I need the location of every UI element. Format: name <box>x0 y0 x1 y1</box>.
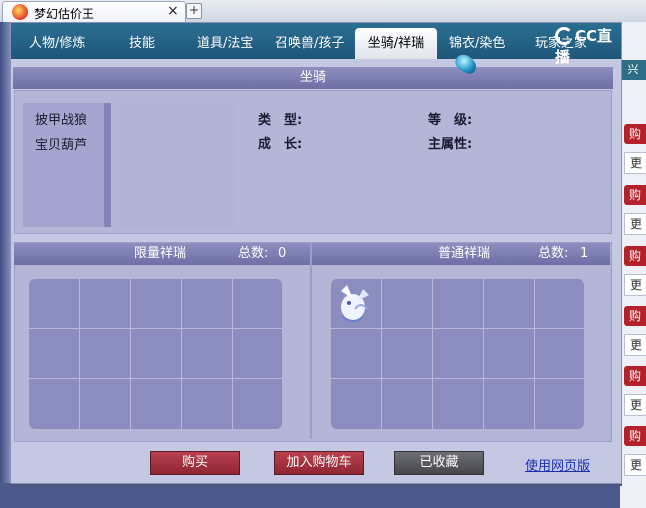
limited-xiangrui-grid <box>29 279 282 429</box>
grid-slot[interactable] <box>233 329 282 379</box>
grid-slot[interactable] <box>382 329 433 379</box>
add-to-cart-button[interactable]: 加入购物车 <box>274 451 364 475</box>
web-version-link[interactable]: 使用网页版 <box>525 455 590 474</box>
grid-slot[interactable] <box>182 279 233 329</box>
bottom-background <box>0 483 620 508</box>
mount-list-item[interactable]: 宝贝葫芦 <box>35 134 87 153</box>
right-strip-more[interactable]: 更 <box>624 213 646 235</box>
limited-total-value: 0 <box>278 246 287 261</box>
right-strip-buy[interactable]: 购 <box>624 185 646 205</box>
grid-slot[interactable] <box>484 279 535 329</box>
growth-label: 成 长: <box>258 137 303 152</box>
normal-total-value: 1 <box>580 246 589 261</box>
grid-slot[interactable] <box>233 279 282 329</box>
limited-section-header: 限量祥瑞 总数: 0 <box>14 243 310 265</box>
new-tab-button[interactable]: + <box>186 3 202 19</box>
attribute-label: 主属性: <box>428 137 473 152</box>
grid-slot[interactable] <box>484 329 535 379</box>
panel-divider <box>310 243 312 439</box>
grid-slot[interactable] <box>433 329 484 379</box>
tab-items[interactable]: 道具/法宝 <box>197 32 253 51</box>
grid-slot[interactable] <box>433 379 484 429</box>
cc-live-watermark: CC直播 <box>555 25 621 67</box>
right-strip-buy[interactable]: 购 <box>624 426 646 446</box>
right-strip-more[interactable]: 更 <box>624 274 646 296</box>
grid-slot[interactable] <box>29 379 80 429</box>
main-nav: 人物/修炼 技能 道具/法宝 召唤兽/孩子 坐骑/祥瑞 锦衣/染色 玩家之家 C… <box>11 23 621 66</box>
grid-slot[interactable] <box>535 379 584 429</box>
grid-slot[interactable] <box>131 379 182 429</box>
grid-slot[interactable] <box>535 329 584 379</box>
close-tab-icon[interactable]: × <box>167 3 179 19</box>
right-strip-buy[interactable]: 购 <box>624 246 646 266</box>
limited-total-label: 总数: <box>238 246 269 261</box>
tab-outfits[interactable]: 锦衣/染色 <box>449 32 505 51</box>
grid-slot[interactable] <box>131 329 182 379</box>
grid-slot[interactable] <box>331 379 382 429</box>
tab-character[interactable]: 人物/修炼 <box>29 32 85 51</box>
tab-skills[interactable]: 技能 <box>129 32 155 51</box>
normal-xiangrui-grid <box>331 279 584 429</box>
cc-logo-icon <box>555 27 573 45</box>
mount-section-header: 坐骑 <box>13 67 613 89</box>
grid-slot[interactable] <box>382 279 433 329</box>
right-strip-more[interactable]: 更 <box>624 334 646 356</box>
grid-slot[interactable] <box>535 279 584 329</box>
type-label: 类 型: <box>258 113 303 128</box>
tab-pets[interactable]: 召唤兽/孩子 <box>275 32 344 51</box>
grid-slot[interactable] <box>80 379 131 429</box>
grid-slot[interactable] <box>182 329 233 379</box>
grid-slot[interactable] <box>331 329 382 379</box>
right-strip-more[interactable]: 更 <box>624 394 646 416</box>
grid-slot[interactable] <box>182 379 233 429</box>
grid-slot[interactable] <box>80 279 131 329</box>
right-strip-more[interactable]: 更 <box>624 454 646 476</box>
normal-section-title: 普通祥瑞 <box>438 246 491 261</box>
normal-total-label: 总数: <box>538 246 569 261</box>
browser-tab-bar: 梦幻估价王 × + <box>0 0 646 23</box>
tab-mounts[interactable]: 坐骑/祥瑞 <box>355 28 437 59</box>
left-background-edge <box>0 22 10 508</box>
app-favicon-icon <box>12 4 28 20</box>
white-wolf-xiangrui-icon <box>341 285 369 322</box>
right-strip-buy[interactable]: 购 <box>624 366 646 386</box>
grid-slot[interactable] <box>29 329 80 379</box>
mount-list-item[interactable]: 披甲战狼 <box>35 109 87 128</box>
mount-list: 披甲战狼 宝贝葫芦 <box>23 103 111 227</box>
buy-button[interactable]: 购买 <box>150 451 240 475</box>
grid-slot[interactable] <box>29 279 80 329</box>
mount-list-scrollbar[interactable] <box>104 103 111 227</box>
right-strip-buy[interactable]: 购 <box>624 306 646 326</box>
favorited-button[interactable]: 已收藏 <box>394 451 484 475</box>
grid-slot[interactable] <box>131 279 182 329</box>
grid-slot[interactable] <box>382 379 433 429</box>
grid-slot[interactable] <box>433 279 484 329</box>
level-label: 等 级: <box>428 113 473 128</box>
normal-section-header: 普通祥瑞 总数: 1 <box>312 243 610 265</box>
right-strip-buy[interactable]: 购 <box>624 124 646 144</box>
right-strip-more[interactable]: 更 <box>624 152 646 174</box>
grid-slot[interactable] <box>484 379 535 429</box>
mount-section-title: 坐骑 <box>299 70 326 85</box>
browser-tab-title: 梦幻估价王 <box>34 7 95 21</box>
grid-slot[interactable] <box>233 379 282 429</box>
grid-slot-filled[interactable] <box>331 279 382 329</box>
limited-section-title: 限量祥瑞 <box>134 246 187 261</box>
mount-preview <box>120 103 236 227</box>
grid-slot[interactable] <box>80 329 131 379</box>
browser-tab[interactable]: 梦幻估价王 × <box>2 1 186 23</box>
right-strip-header: 兴 <box>620 60 646 80</box>
